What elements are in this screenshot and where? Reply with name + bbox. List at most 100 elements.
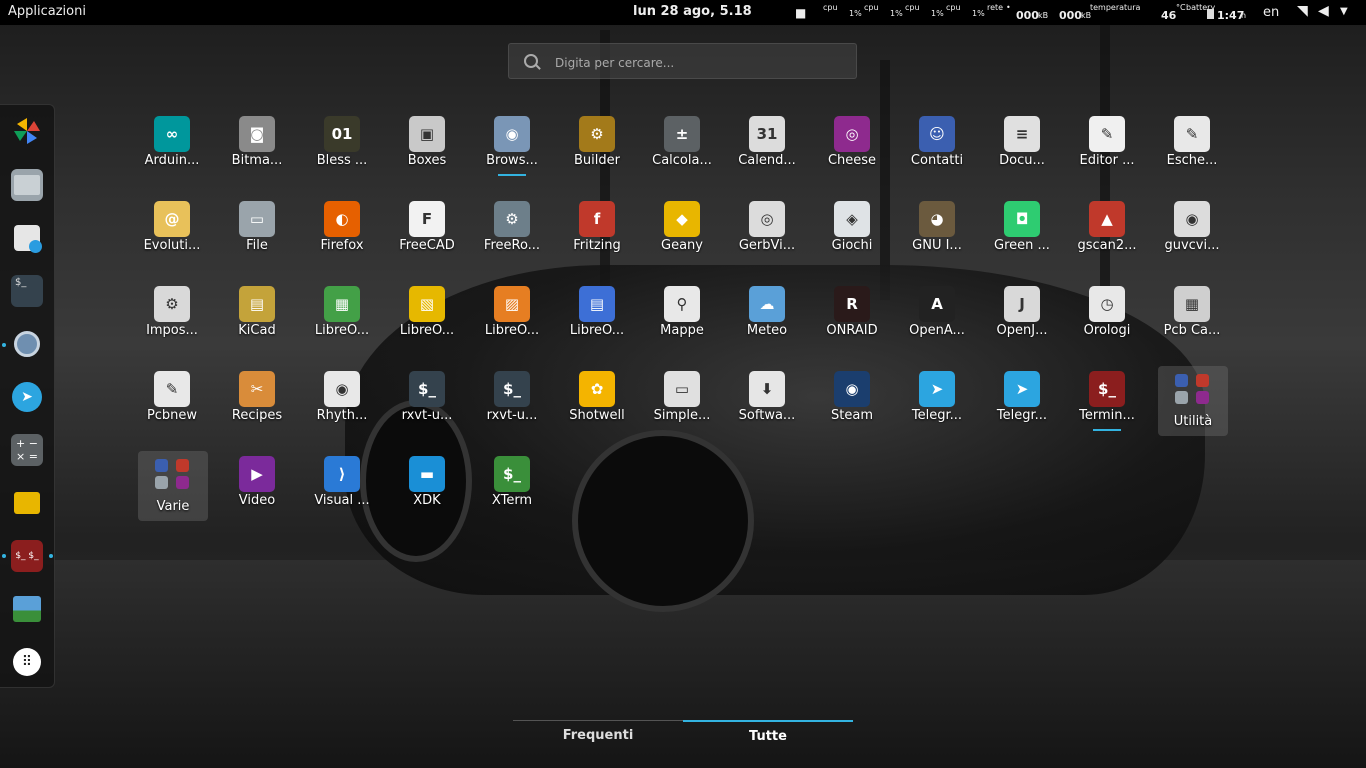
- app-docu[interactable]: ≡ Docu...: [980, 113, 1064, 193]
- system-menu-arrow-icon[interactable]: ▼: [1340, 6, 1348, 17]
- app-calend[interactable]: 31 Calend...: [725, 113, 809, 193]
- app-cheese[interactable]: ◎ Cheese: [810, 113, 894, 193]
- terminator-icon[interactable]: $_ $_: [11, 540, 43, 572]
- app-label: Varie: [156, 499, 190, 514]
- app-rxvt-u[interactable]: $_ rxvt-u...: [385, 368, 469, 448]
- app-bitma[interactable]: ◙ Bitma...: [215, 113, 299, 193]
- app-softwa[interactable]: ⬇ Softwa...: [725, 368, 809, 448]
- libreo-icon: ▦: [324, 286, 360, 322]
- app-telegr[interactable]: ➤ Telegr...: [980, 368, 1064, 448]
- folder-app-icon: [1196, 391, 1209, 404]
- wifi-icon: ◥: [1297, 3, 1308, 19]
- app-brows[interactable]: ◉ Brows...: [470, 113, 554, 193]
- app-label: File: [246, 238, 268, 253]
- activities-button[interactable]: Applicazioni: [8, 4, 86, 19]
- tab-frequent[interactable]: Frequenti: [513, 720, 683, 750]
- software-icon[interactable]: [11, 222, 43, 254]
- app-impos[interactable]: ⚙ Impos...: [130, 283, 214, 363]
- app-green[interactable]: ◘ Green ...: [980, 198, 1064, 278]
- files-icon[interactable]: [11, 169, 43, 201]
- app-xdk[interactable]: ▬ XDK: [385, 453, 469, 533]
- cpu-label: cpu: [823, 3, 838, 12]
- photos-icon[interactable]: [11, 115, 43, 147]
- app-evoluti[interactable]: @ Evoluti...: [130, 198, 214, 278]
- rhyth-icon: ◉: [324, 371, 360, 407]
- app-label: Esche...: [1166, 153, 1218, 168]
- app-kicad[interactable]: ▤ KiCad: [215, 283, 299, 363]
- language-indicator[interactable]: en: [1263, 5, 1279, 20]
- app-mappe[interactable]: ⚲ Mappe: [640, 283, 724, 363]
- app-gnu-i[interactable]: ◕ GNU I...: [895, 198, 979, 278]
- app-libreo[interactable]: ▨ LibreO...: [470, 283, 554, 363]
- app-guvcvi[interactable]: ◉ guvcvi...: [1150, 198, 1234, 278]
- app-label: Visual ...: [314, 493, 370, 508]
- app-builder[interactable]: ⚙ Builder: [555, 113, 639, 193]
- meteo-icon: ☁: [749, 286, 785, 322]
- search-input[interactable]: [553, 52, 847, 74]
- app-freero[interactable]: ⚙ FreeRo...: [470, 198, 554, 278]
- app-termin[interactable]: $_ Termin...: [1065, 368, 1149, 448]
- app-gerbvi[interactable]: ◎ GerbVi...: [725, 198, 809, 278]
- app-utilità[interactable]: Utilità: [1158, 366, 1228, 436]
- tab-all[interactable]: Tutte: [683, 720, 853, 750]
- temperature-value: 46: [1161, 9, 1177, 22]
- app-libreo[interactable]: ▦ LibreO...: [300, 283, 384, 363]
- show-apps-icon[interactable]: ⠿: [11, 646, 43, 678]
- app-telegr[interactable]: ➤ Telegr...: [895, 368, 979, 448]
- app-gscan2[interactable]: ▲ gscan2...: [1065, 198, 1149, 278]
- running-indicator: [2, 343, 6, 347]
- net-down-value: 000: [1016, 9, 1039, 22]
- app-openj[interactable]: J OpenJ...: [980, 283, 1064, 363]
- app-libreo[interactable]: ▤ LibreO...: [555, 283, 639, 363]
- app-visual[interactable]: ⟩ Visual ...: [300, 453, 384, 533]
- visual-icon: ⟩: [324, 456, 360, 492]
- telegram-icon[interactable]: ➤: [11, 381, 43, 413]
- app-steam[interactable]: ◉ Steam: [810, 368, 894, 448]
- app-boxes[interactable]: ▣ Boxes: [385, 113, 469, 193]
- onraid-icon: R: [834, 286, 870, 322]
- terminal-icon[interactable]: $_: [11, 275, 43, 307]
- app-bless[interactable]: 01 Bless ...: [300, 113, 384, 193]
- app-simple[interactable]: ▭ Simple...: [640, 368, 724, 448]
- file-icon: ▭: [239, 201, 275, 237]
- app-label: rxvt-u...: [401, 408, 453, 423]
- clock[interactable]: lun 28 ago, 5.18: [633, 4, 752, 19]
- app-orologi[interactable]: ◷ Orologi: [1065, 283, 1149, 363]
- app-contatti[interactable]: ☺ Contatti: [895, 113, 979, 193]
- weather-icon[interactable]: [11, 593, 43, 625]
- app-esche[interactable]: ✎ Esche...: [1150, 113, 1234, 193]
- app-arduin[interactable]: ∞ Arduin...: [130, 113, 214, 193]
- app-pcb-ca[interactable]: ▦ Pcb Ca...: [1150, 283, 1234, 363]
- simple-icon: ▭: [664, 371, 700, 407]
- app-xterm[interactable]: $_ XTerm: [470, 453, 554, 533]
- app-varie[interactable]: Varie: [138, 451, 208, 521]
- app-onraid[interactable]: R ONRAID: [810, 283, 894, 363]
- app-shotwell[interactable]: ✿ Shotwell: [555, 368, 639, 448]
- app-firefox[interactable]: ◐ Firefox: [300, 198, 384, 278]
- app-label: Rhyth...: [316, 408, 368, 423]
- xdk-icon: ▬: [409, 456, 445, 492]
- app-freecad[interactable]: F FreeCAD: [385, 198, 469, 278]
- app-rxvt-u[interactable]: $_ rxvt-u...: [470, 368, 554, 448]
- chromium-icon[interactable]: [11, 328, 43, 360]
- search-box[interactable]: [508, 43, 857, 79]
- app-file[interactable]: ▭ File: [215, 198, 299, 278]
- app-label: Brows...: [486, 153, 538, 168]
- calculator-icon[interactable]: + − × =: [11, 434, 43, 466]
- app-recipes[interactable]: ✂ Recipes: [215, 368, 299, 448]
- app-calcola[interactable]: ± Calcola...: [640, 113, 724, 193]
- app-pcbnew[interactable]: ✎ Pcbnew: [130, 368, 214, 448]
- app-rhyth[interactable]: ◉ Rhyth...: [300, 368, 384, 448]
- app-editor[interactable]: ✎ Editor ...: [1065, 113, 1149, 193]
- net-up-unit: kB: [1081, 11, 1092, 20]
- geany-icon[interactable]: [11, 487, 43, 519]
- app-video[interactable]: ▶ Video: [215, 453, 299, 533]
- app-meteo[interactable]: ☁ Meteo: [725, 283, 809, 363]
- app-geany[interactable]: ◆ Geany: [640, 198, 724, 278]
- app-giochi[interactable]: ◈ Giochi: [810, 198, 894, 278]
- app-label: Orologi: [1083, 323, 1131, 338]
- app-libreo[interactable]: ▧ LibreO...: [385, 283, 469, 363]
- app-label: FreeRo...: [483, 238, 541, 253]
- app-fritzing[interactable]: f Fritzing: [555, 198, 639, 278]
- app-opena[interactable]: A OpenA...: [895, 283, 979, 363]
